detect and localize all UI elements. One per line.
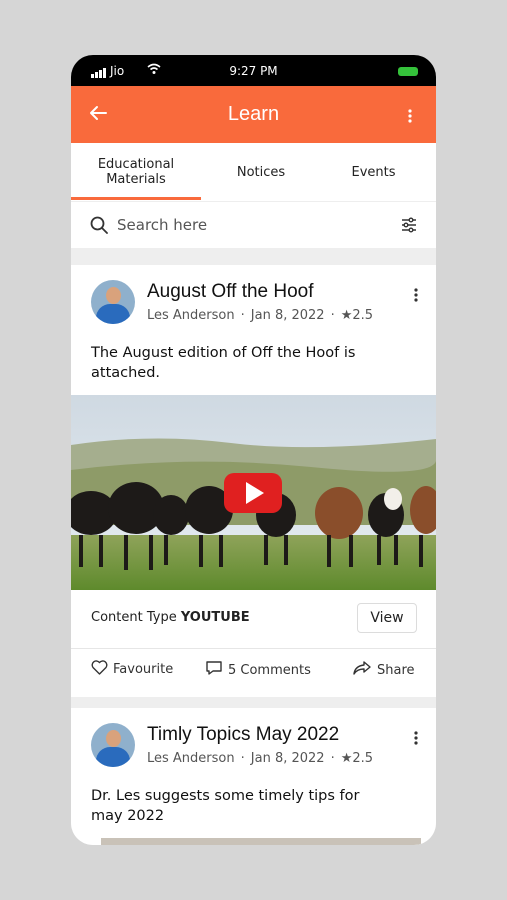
favourite-label: Favourite [113,662,174,677]
comments-button[interactable]: 5 Comments [205,660,311,680]
post-meta: Les Anderson · Jan 8, 2022 · ★2.5 [147,751,373,766]
share-icon [352,660,372,680]
search-bar[interactable]: Search here [71,202,436,248]
battery-icon [398,67,418,76]
status-bar: Jio 9:27 PM [71,55,436,86]
separator: · [240,308,245,323]
content-type-value: YOUTUBE [180,610,250,625]
separator: · [330,308,335,323]
comments-label: 5 Comments [228,662,311,678]
tab-bar: Educational Materials Notices Events [71,143,436,201]
star-icon: ★ [340,751,353,766]
star-icon: ★ [340,308,353,323]
tab-notices[interactable]: Notices [201,143,321,201]
separator: · [330,751,335,766]
post-meta: Les Anderson · Jan 8, 2022 · ★2.5 [147,308,373,323]
post-rating: 2.5 [352,308,374,323]
active-tab-indicator [71,197,201,200]
clock: 9:27 PM [229,64,278,78]
post-author: Les Anderson [147,308,235,323]
post-author: Les Anderson [147,751,235,766]
page-title: Learn [227,103,280,125]
filter-sliders-icon[interactable] [401,217,417,237]
post-card: Timly Topics May 2022 Les Anderson · Jan… [71,708,436,845]
comment-icon [205,660,223,680]
post-card: August Off the Hoof Les Anderson · Jan 8… [71,265,436,697]
tab-events[interactable]: Events [321,143,426,201]
divider [71,648,436,649]
favourite-button[interactable]: Favourite [91,660,173,679]
more-vertical-icon[interactable] [414,730,418,749]
post-date: Jan 8, 2022 [250,751,325,766]
post-title: Timly Topics May 2022 [147,724,340,745]
search-input[interactable]: Search here [117,216,207,234]
tab-label: Notices [236,164,286,180]
content-type: Content Type YOUTUBE [91,610,250,625]
media-preview [101,838,421,845]
separator: · [240,751,245,766]
post-description: Dr. Les suggests some timely tips for ma… [91,788,360,824]
tab-educational-materials[interactable]: Educational Materials [71,143,201,201]
tab-label: Events [351,164,396,180]
share-label: Share [377,662,415,678]
content-type-label: Content Type [91,610,177,625]
video-thumbnail[interactable] [71,395,436,590]
heart-icon [91,660,108,679]
avatar [91,723,135,767]
post-title: August Off the Hoof [147,281,314,302]
more-vertical-icon[interactable] [408,108,412,127]
more-vertical-icon[interactable] [414,287,418,306]
phone-screen: Jio 9:27 PM Learn Educational Materials N… [71,55,436,845]
post-date: Jan 8, 2022 [250,308,325,323]
search-icon [90,216,108,238]
tab-label: Materials [106,172,166,187]
post-description: The August edition of Off the Hoof is at… [91,345,356,381]
share-button[interactable]: Share [352,660,415,680]
view-button[interactable]: View [357,603,417,633]
tab-label: Educational [97,157,175,172]
avatar [91,280,135,324]
post-rating: 2.5 [352,751,374,766]
youtube-play-icon[interactable] [224,473,282,513]
app-bar: Learn [71,86,436,143]
